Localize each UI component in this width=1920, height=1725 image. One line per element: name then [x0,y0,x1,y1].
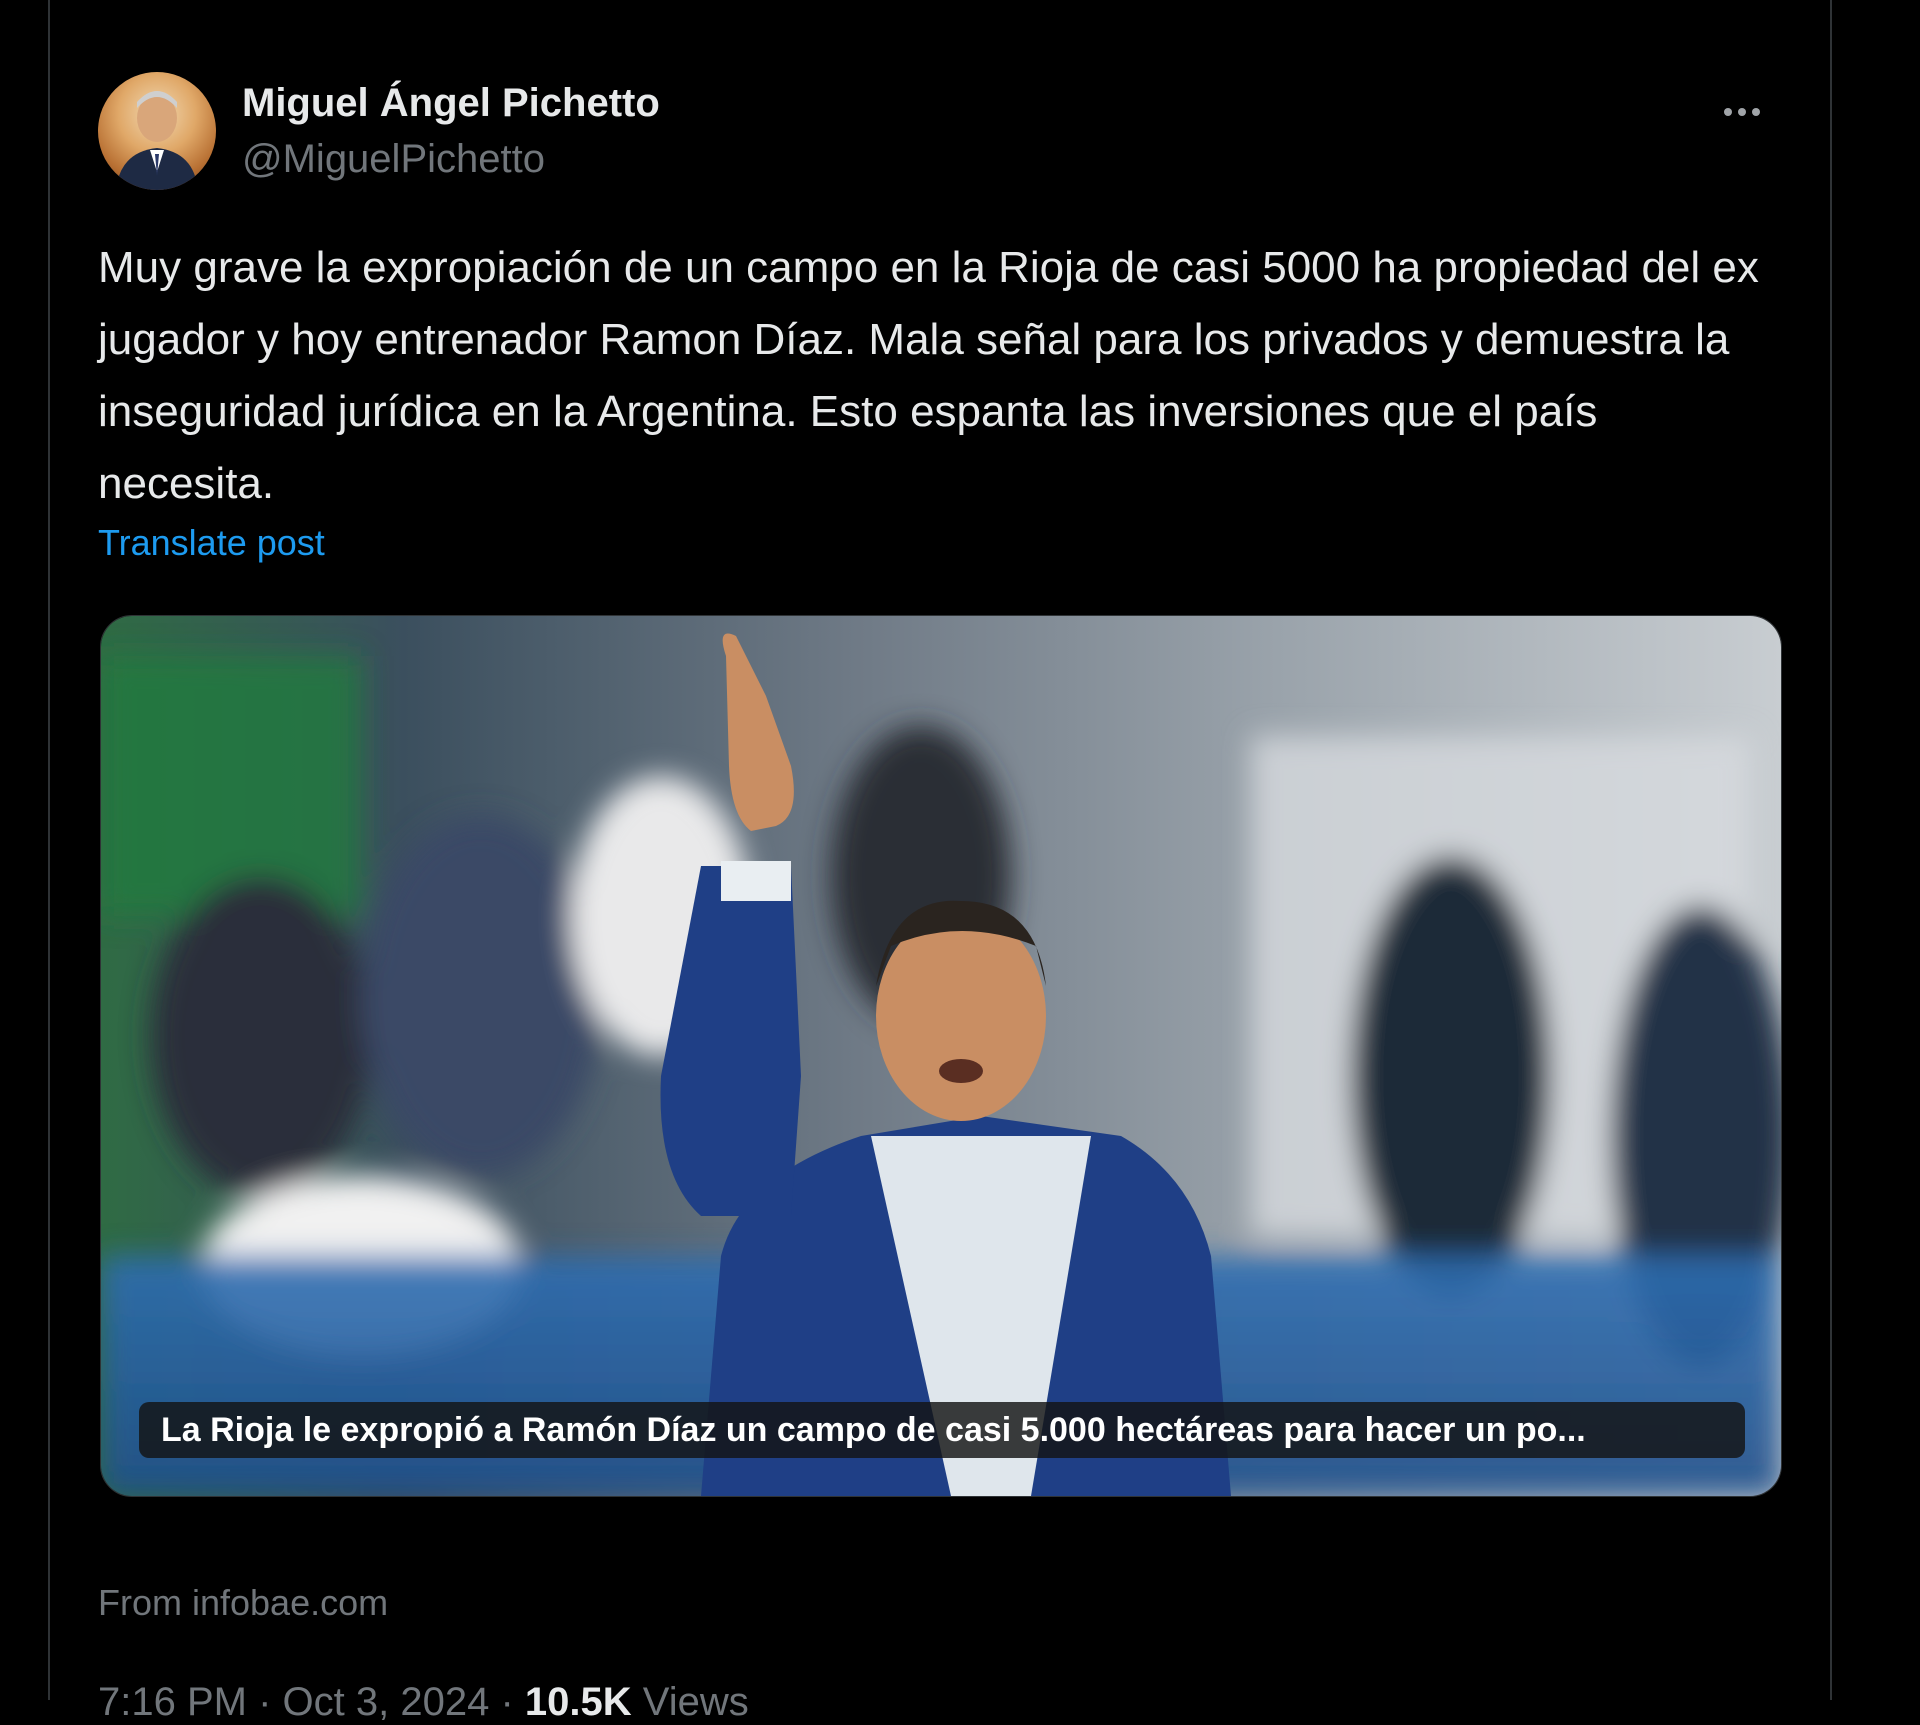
link-card[interactable]: La Rioja le expropió a Ramón Díaz un cam… [100,615,1782,1497]
post-meta: 7:16 PM · Oct 3, 2024 · 10.5K Views [98,1680,749,1725]
more-options-icon[interactable] [1712,82,1772,142]
dot [1752,108,1760,116]
dot [1724,108,1732,116]
post-time[interactable]: 7:16 PM [98,1680,247,1724]
profile-photo-icon [116,91,198,190]
meta-separator: · [258,1680,272,1724]
post-text: Muy grave la expropiación de un campo en… [98,243,1759,508]
post-date[interactable]: Oct 3, 2024 [283,1680,490,1724]
avatar[interactable] [98,72,216,190]
author-names: Miguel Ángel Pichetto @MiguelPichetto [242,78,660,184]
link-card-image [101,616,1781,1496]
link-card-caption: La Rioja le expropió a Ramón Díaz un cam… [139,1402,1745,1458]
post: Miguel Ángel Pichetto @MiguelPichetto Mu… [98,72,1782,1724]
post-header: Miguel Ángel Pichetto @MiguelPichetto [98,72,1778,192]
views-count: 10.5K [524,1680,632,1724]
author-display-name[interactable]: Miguel Ángel Pichetto [242,78,660,128]
views-label: Views [642,1680,749,1724]
dot [1738,108,1746,116]
author-handle[interactable]: @MiguelPichetto [242,134,660,184]
translate-post-link[interactable]: Translate post [98,522,325,564]
link-source[interactable]: From infobae.com [98,1582,388,1624]
meta-separator: · [500,1680,514,1724]
